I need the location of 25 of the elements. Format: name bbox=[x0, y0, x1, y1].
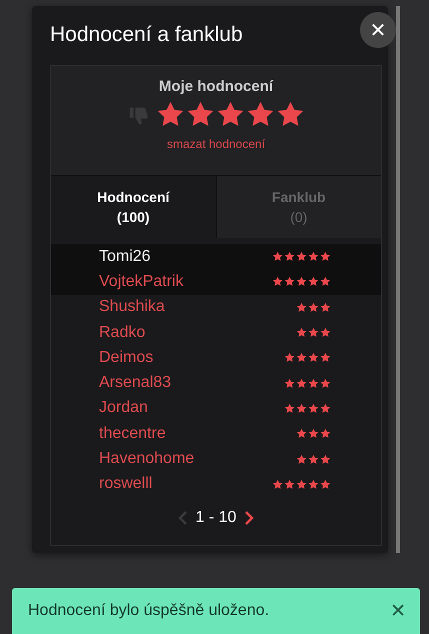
toast-message: Hodnocení bylo úspěšně uloženo. bbox=[28, 602, 270, 620]
scrollbar[interactable] bbox=[396, 6, 400, 553]
username-link[interactable]: Arsenal83 bbox=[99, 374, 172, 392]
username-link[interactable]: Tomi26 bbox=[99, 248, 151, 266]
username-link[interactable]: Havenohome bbox=[99, 450, 194, 468]
username-link[interactable]: thecentre bbox=[99, 424, 166, 443]
star-icon bbox=[156, 100, 184, 129]
username-link[interactable]: Shushika bbox=[99, 298, 165, 316]
username-link[interactable]: VojtekPatrik bbox=[99, 272, 184, 291]
next-page-button[interactable] bbox=[244, 510, 254, 526]
close-button[interactable]: ✕ bbox=[390, 600, 406, 622]
my-rating-heading: Moje hodnocení bbox=[158, 78, 274, 95]
delete-rating-link[interactable]: smazat hodnocení bbox=[166, 137, 266, 151]
username-link[interactable]: Jordan bbox=[99, 399, 148, 418]
star-icon bbox=[186, 100, 214, 129]
username-link[interactable]: Radko bbox=[99, 324, 146, 342]
star-icon bbox=[216, 100, 244, 129]
star-icon bbox=[276, 100, 304, 129]
username-link[interactable]: roswelll bbox=[99, 475, 152, 494]
page-range: 1 - 10 bbox=[196, 508, 236, 527]
star-icon bbox=[246, 100, 274, 129]
username-link[interactable]: Deimos bbox=[99, 348, 154, 367]
dialog-title: Hodnocení a fanklub bbox=[50, 22, 243, 48]
tab[interactable]: Fanklub (0) bbox=[216, 176, 381, 238]
star-rating[interactable] bbox=[156, 100, 304, 129]
